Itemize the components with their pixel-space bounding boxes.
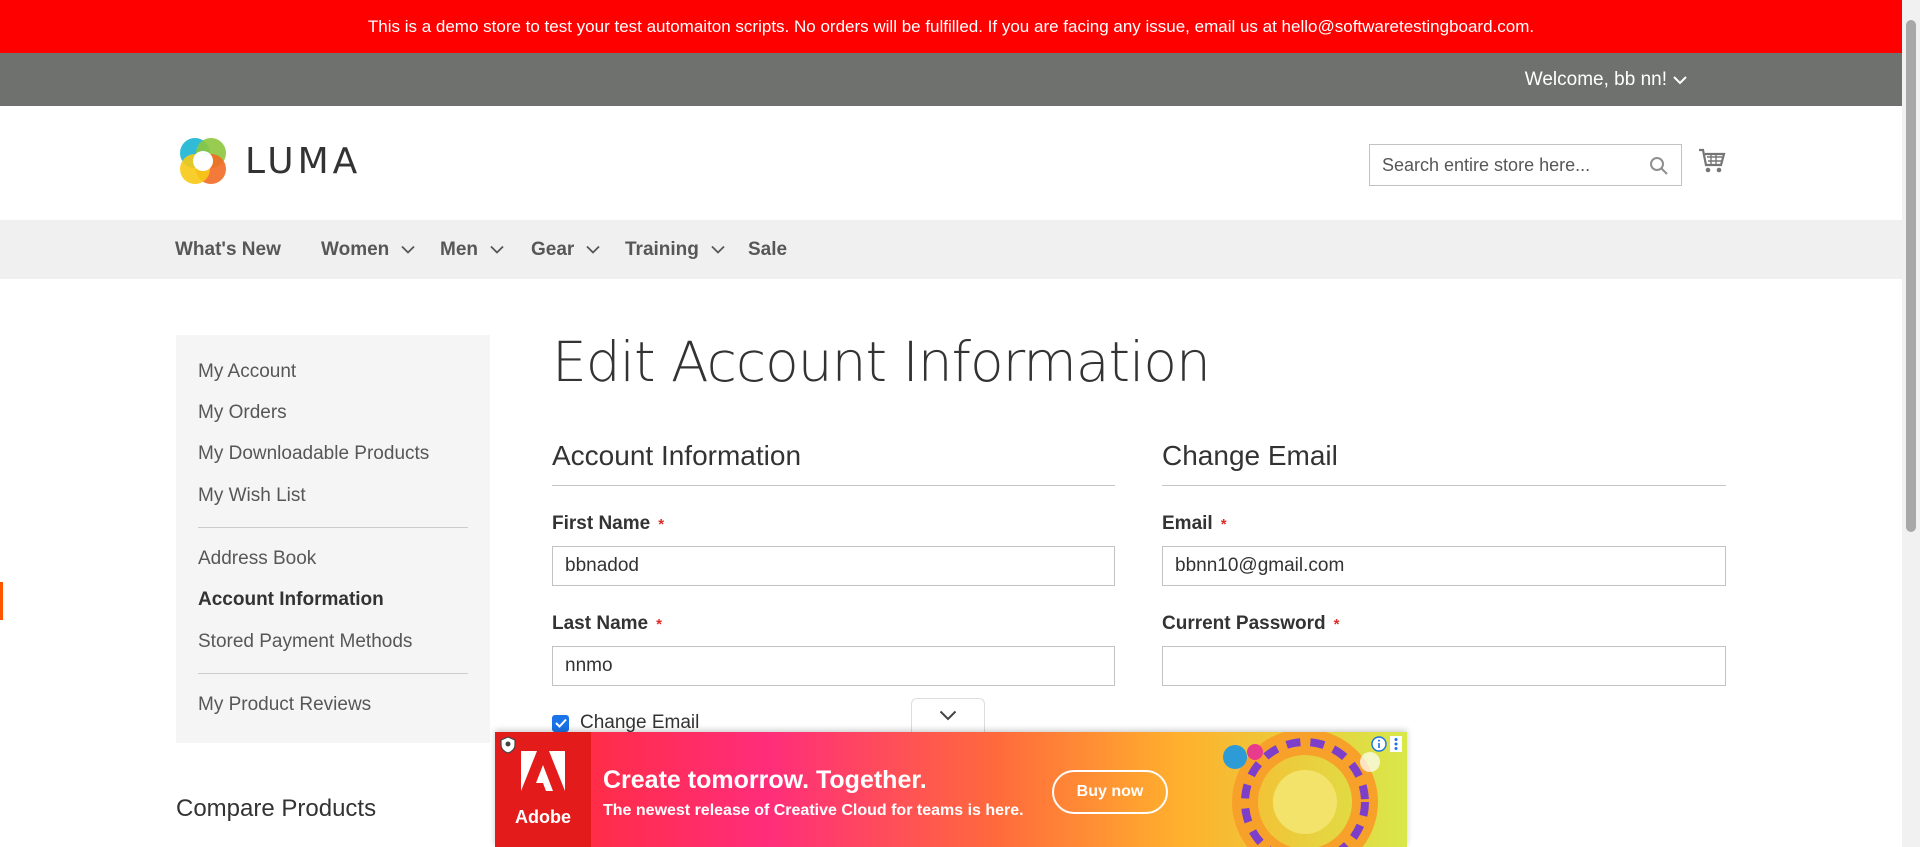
required-mark: * — [656, 616, 662, 633]
required-mark: * — [1220, 516, 1227, 533]
shield-icon — [500, 736, 516, 754]
ad-subline: The newest release of Creative Cloud for… — [603, 802, 1024, 819]
customer-welcome-menu[interactable]: Welcome, bb nn! — [1525, 53, 1687, 106]
checkmark-icon — [554, 718, 567, 728]
email-field[interactable] — [1162, 546, 1726, 586]
logo-text: LUMA — [245, 140, 362, 182]
chevron-down-icon — [1673, 75, 1687, 84]
search-icon[interactable] — [1649, 156, 1669, 176]
ad-info-icon[interactable] — [1371, 736, 1387, 752]
main-navigation: What's New Women Men Gear Training Sale — [0, 220, 1902, 279]
nav-item-women[interactable]: Women — [321, 220, 415, 279]
last-name-label: Last Name * — [552, 613, 662, 635]
ad-headline: Create tomorrow. Together. — [603, 766, 927, 794]
change-email-title: Change Email — [1162, 440, 1338, 471]
nav-item-sale[interactable]: Sale — [748, 220, 787, 279]
nav-item-label: Gear — [531, 238, 575, 260]
required-mark: * — [1333, 616, 1340, 633]
luma-logo-icon — [180, 138, 226, 184]
page-title: Edit Account Information — [552, 330, 1211, 394]
chevron-down-icon — [401, 245, 415, 254]
current-password-label-text: Current Password — [1162, 613, 1326, 634]
first-name-label-text: First Name — [552, 513, 651, 534]
ad-collapse-toggle[interactable] — [911, 698, 985, 732]
account-information-title: Account Information — [552, 440, 802, 471]
nav-item-label: Men — [440, 238, 478, 260]
sidebar-item-wish-list[interactable]: My Wish List — [198, 485, 306, 507]
advertisement-banner[interactable]: Adobe Create tomorrow. Together. The new… — [495, 732, 1407, 847]
change-email-option: Change Email — [552, 712, 699, 734]
ad-brand-text: Adobe — [515, 807, 571, 827]
sidebar-item-address-book[interactable]: Address Book — [198, 548, 316, 570]
search-box — [1369, 144, 1682, 186]
sidebar-active-indicator — [0, 582, 3, 620]
demo-notice-bar: This is a demo store to test your test a… — [0, 0, 1902, 53]
change-email-checkbox-label: Change Email — [580, 712, 700, 733]
current-password-label: Current Password * — [1162, 613, 1340, 635]
chevron-down-icon — [711, 245, 725, 254]
sidebar-item-my-account[interactable]: My Account — [198, 361, 296, 383]
adobe-mark-icon — [521, 751, 565, 799]
search-input[interactable] — [1370, 145, 1630, 185]
email-label: Email * — [1162, 513, 1227, 535]
sidebar-item-my-orders[interactable]: My Orders — [198, 402, 287, 424]
section-divider — [552, 485, 1115, 486]
change-email-checkbox[interactable] — [552, 714, 569, 732]
email-label-text: Email — [1162, 513, 1213, 534]
sidebar-item-downloadable-products[interactable]: My Downloadable Products — [198, 443, 429, 465]
sidebar-item-stored-payment-methods[interactable]: Stored Payment Methods — [198, 631, 412, 653]
welcome-text: Welcome, bb nn! — [1524, 68, 1667, 90]
nav-item-gear[interactable]: Gear — [531, 220, 600, 279]
nav-item-label: What's New — [175, 238, 281, 260]
nav-item-training[interactable]: Training — [625, 220, 725, 279]
nav-item-men[interactable]: Men — [440, 220, 504, 279]
luma-logo[interactable]: LUMA — [175, 133, 361, 189]
last-name-field[interactable] — [552, 646, 1115, 686]
nav-item-label: Women — [321, 238, 390, 260]
compare-products-title: Compare Products — [176, 795, 377, 822]
nav-item-whats-new[interactable]: What's New — [175, 220, 281, 279]
chevron-down-icon — [490, 245, 504, 254]
account-sidebar: My Account My Orders My Downloadable Pro… — [176, 335, 490, 743]
last-name-label-text: Last Name — [552, 613, 649, 634]
first-name-field[interactable] — [552, 546, 1115, 586]
nav-item-label: Training — [625, 238, 699, 260]
page-scrollbar[interactable] — [1902, 0, 1920, 847]
scrollbar-thumb[interactable] — [1906, 20, 1916, 532]
chevron-down-icon — [586, 245, 600, 254]
sidebar-divider — [198, 527, 468, 528]
section-divider — [1162, 485, 1726, 486]
sidebar-item-account-information: Account Information — [198, 589, 384, 610]
first-name-label: First Name * — [552, 513, 664, 535]
ad-buy-now-button[interactable]: Buy now — [1052, 770, 1168, 814]
demo-notice-text: This is a demo store to test your test a… — [367, 16, 1535, 36]
sidebar-divider — [198, 673, 468, 674]
required-mark: * — [658, 516, 665, 533]
ad-more-options-icon[interactable] — [1390, 736, 1402, 752]
current-password-field[interactable] — [1162, 646, 1726, 686]
sidebar-item-product-reviews[interactable]: My Product Reviews — [198, 694, 371, 716]
page-header: LUMA — [0, 106, 1902, 220]
header-panel: Welcome, bb nn! — [0, 53, 1902, 106]
nav-item-label: Sale — [748, 238, 788, 260]
cart-icon[interactable] — [1697, 146, 1727, 176]
chevron-down-icon — [939, 710, 957, 721]
